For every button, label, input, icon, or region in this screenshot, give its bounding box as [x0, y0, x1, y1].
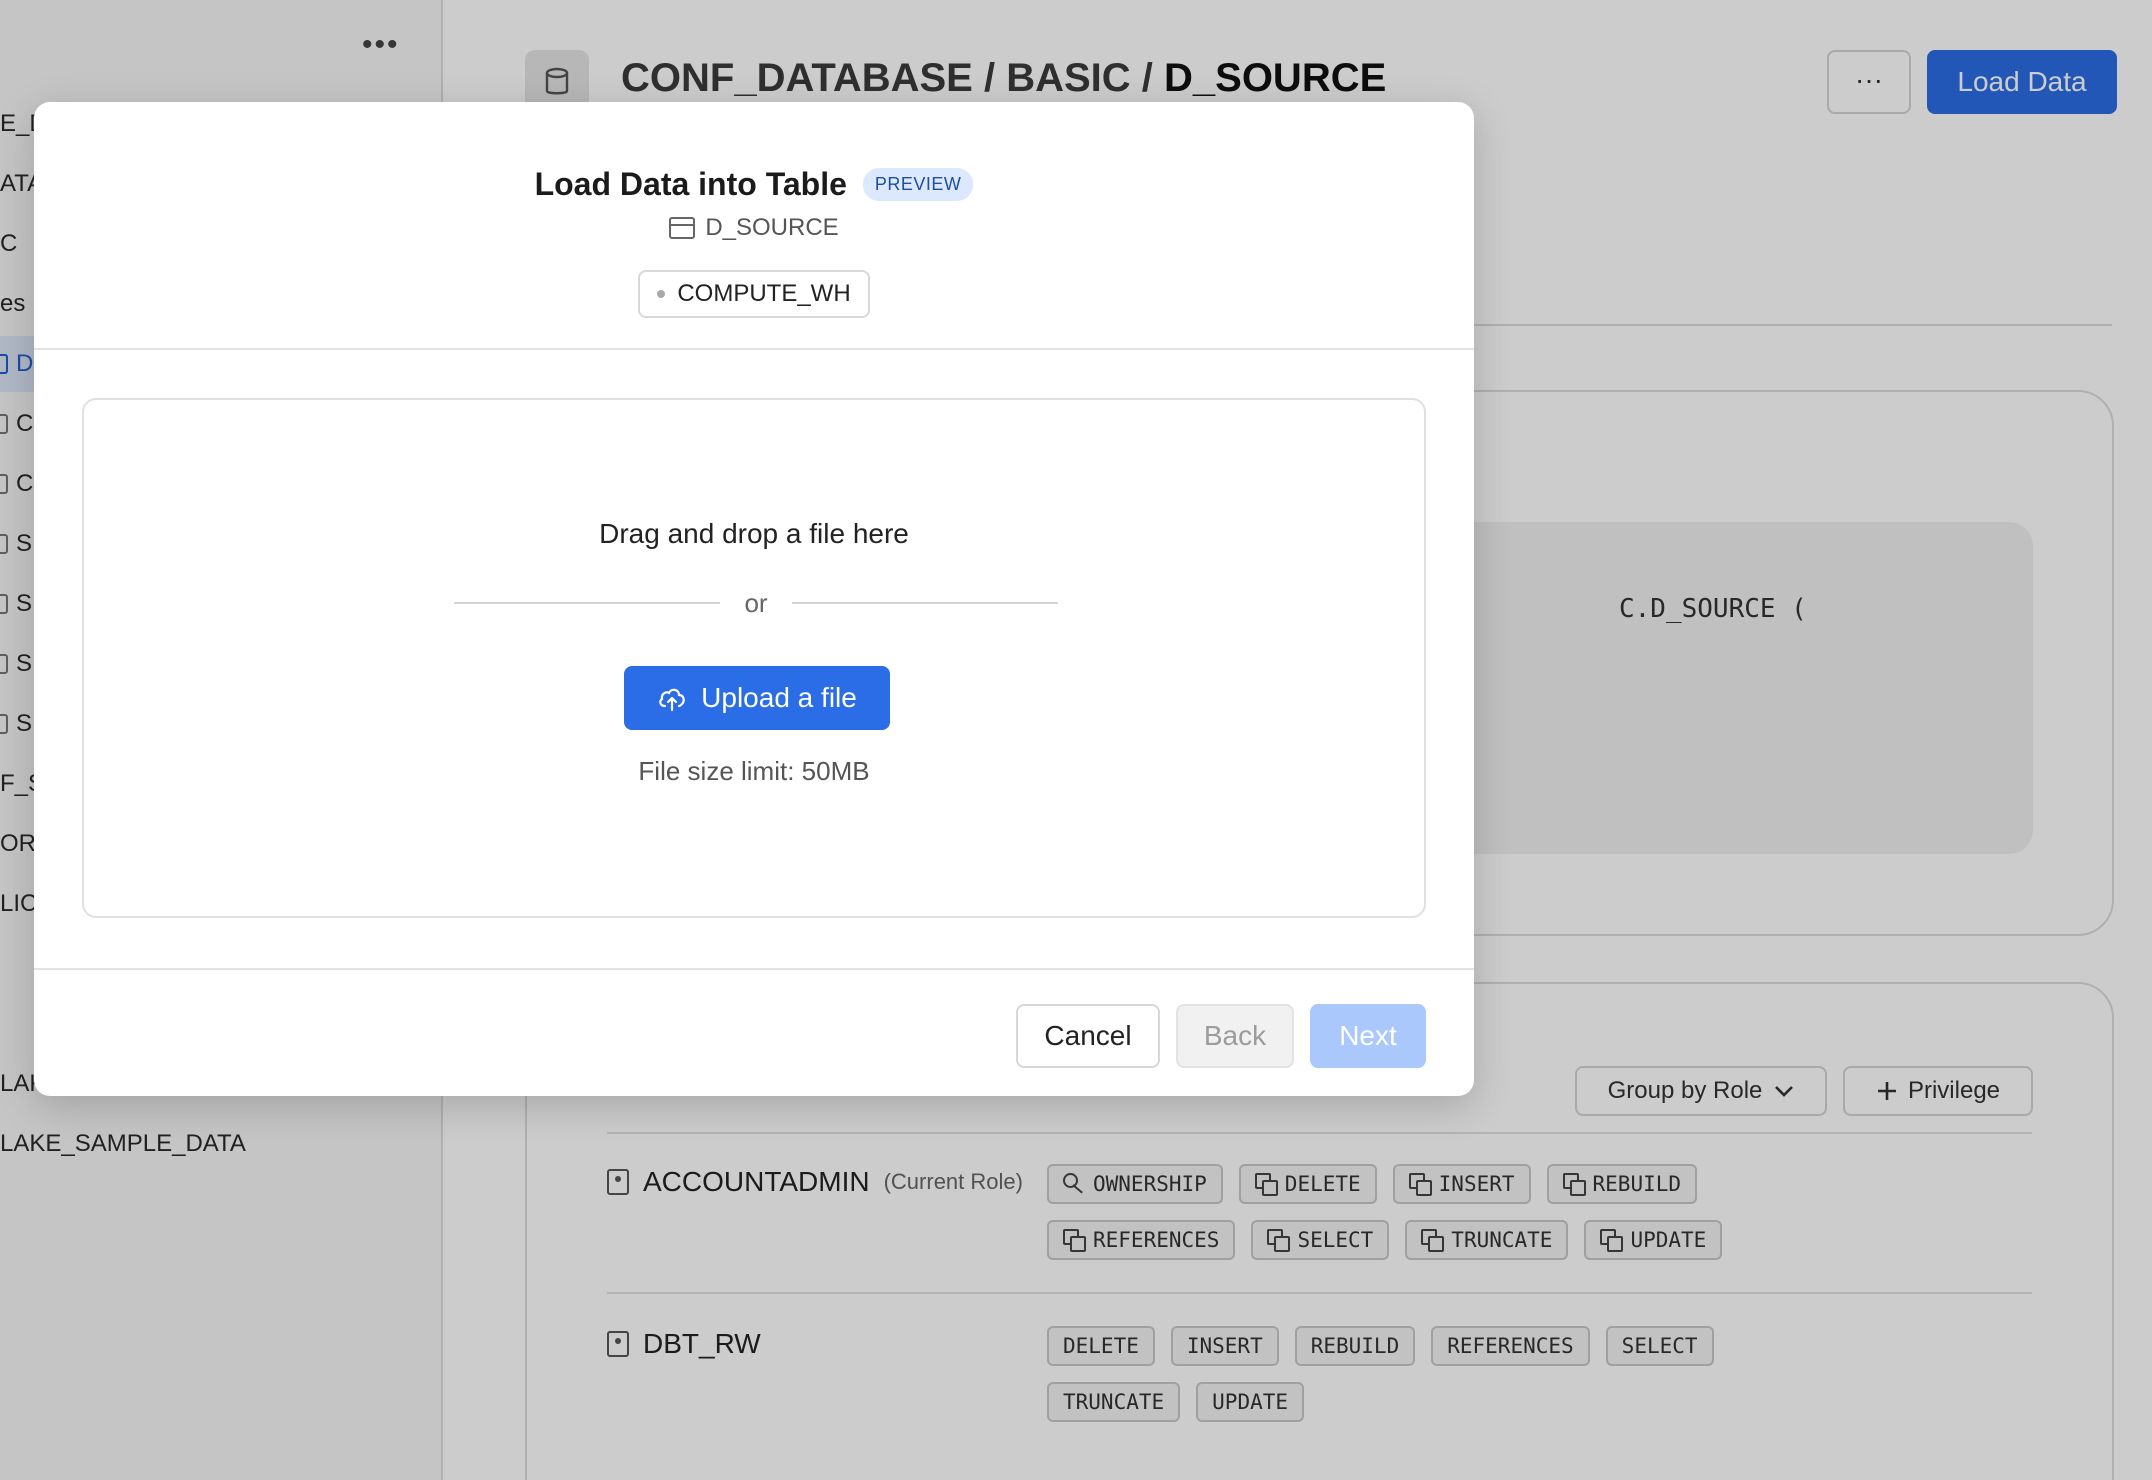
- or-separator: or: [454, 586, 1058, 620]
- preview-badge: PREVIEW: [862, 168, 974, 201]
- cloud-upload-icon: [659, 688, 685, 712]
- or-label: or: [744, 587, 768, 618]
- warehouse-status-dot: [657, 290, 666, 298]
- file-drop-zone[interactable]: Drag and drop a file here or Upload a fi…: [82, 398, 1426, 918]
- load-data-dialog: Load Data into Table PREVIEW D_SOURCE CO…: [34, 102, 1474, 1096]
- app-root: ••• E_D ATA C es D C C S S S S F_S ORM L…: [0, 0, 2152, 1480]
- dialog-header: Load Data into Table PREVIEW D_SOURCE CO…: [34, 102, 1474, 350]
- warehouse-selector[interactable]: COMPUTE_WH: [638, 270, 870, 318]
- file-size-limit: File size limit: 50MB: [638, 756, 870, 786]
- cancel-button[interactable]: Cancel: [1016, 1004, 1160, 1068]
- dialog-title: Load Data into Table: [534, 166, 847, 202]
- warehouse-name: COMPUTE_WH: [677, 280, 851, 307]
- drop-instructions: Drag and drop a file here: [599, 518, 909, 549]
- divider: [454, 602, 721, 604]
- next-button[interactable]: Next: [1310, 1004, 1426, 1068]
- table-icon: [669, 217, 696, 239]
- upload-file-label: Upload a file: [701, 682, 857, 713]
- upload-file-button[interactable]: Upload a file: [624, 666, 890, 730]
- dialog-title-row: Load Data into Table PREVIEW: [34, 166, 1474, 203]
- divider: [791, 602, 1058, 604]
- target-table: D_SOURCE: [34, 214, 1474, 242]
- back-button[interactable]: Back: [1176, 1004, 1294, 1068]
- dialog-footer: Cancel Back Next: [34, 968, 1474, 1096]
- target-table-name: D_SOURCE: [705, 214, 839, 241]
